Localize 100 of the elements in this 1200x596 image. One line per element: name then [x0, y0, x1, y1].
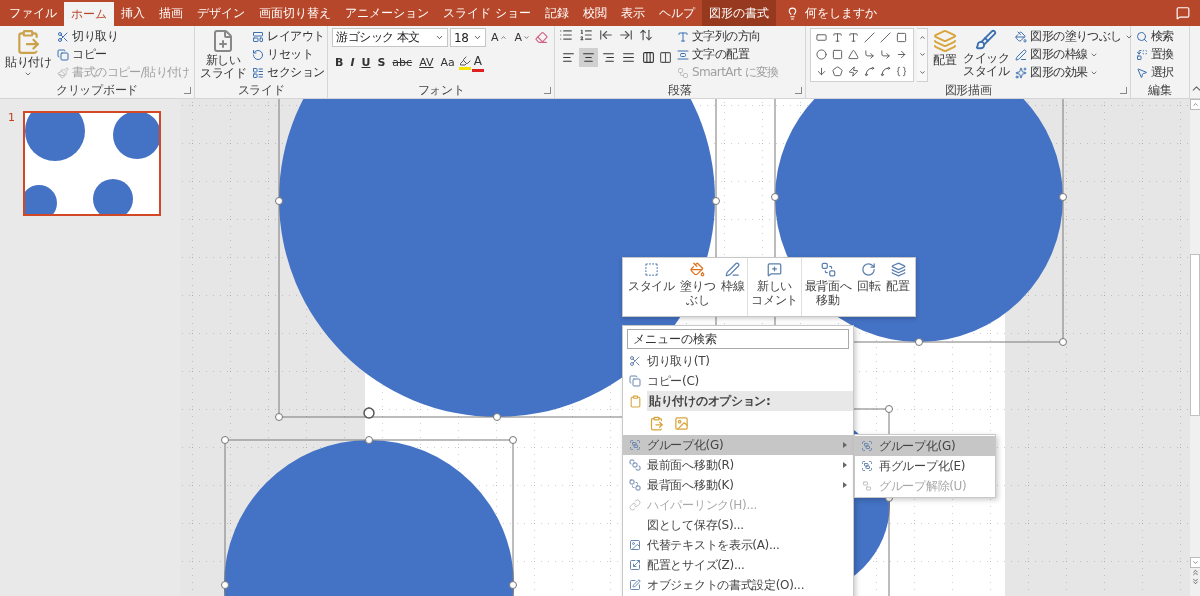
- mini-toolbar-button[interactable]: 配置: [883, 258, 913, 316]
- ribbon-tab[interactable]: 画面切り替え: [252, 0, 338, 26]
- line-spacing-icon[interactable]: [639, 28, 653, 42]
- eraser-icon[interactable]: [535, 31, 549, 44]
- ribbon-command[interactable]: 図形の塗りつぶし: [1014, 28, 1134, 45]
- ribbon-tab[interactable]: 表示: [613, 0, 652, 26]
- font-style-button[interactable]: B: [332, 53, 347, 72]
- menu-item[interactable]: グループ化(G): [623, 435, 853, 455]
- scroll-up-icon[interactable]: [918, 34, 926, 42]
- shape-option-icon[interactable]: [815, 66, 827, 77]
- expand-icon[interactable]: [918, 68, 926, 76]
- scrollbar-thumb[interactable]: [1190, 254, 1200, 416]
- quick-style-button[interactable]: クイック スタイル: [962, 28, 1011, 82]
- ribbon-tab[interactable]: ファイル: [2, 0, 64, 26]
- font-name-field[interactable]: 游ゴシック 本文: [332, 28, 448, 47]
- shape-option-icon[interactable]: [831, 66, 843, 77]
- shape-option-icon[interactable]: [895, 49, 907, 60]
- dialog-launcher-icon[interactable]: [544, 87, 551, 94]
- ribbon-tab[interactable]: スライド ショー: [436, 0, 538, 26]
- mini-toolbar-button[interactable]: 最背面へ 移動: [800, 258, 855, 316]
- menu-item[interactable]: コピー(C): [623, 371, 853, 391]
- ribbon-tab[interactable]: 校閲: [575, 0, 614, 26]
- paste-button[interactable]: 貼り付け: [4, 28, 53, 82]
- ribbon-command[interactable]: コピー: [56, 46, 191, 63]
- shape-option-icon[interactable]: [863, 66, 875, 77]
- ribbon-tab[interactable]: 図形の書式: [701, 0, 776, 26]
- font-style-button[interactable]: Aa: [437, 53, 458, 72]
- menu-item[interactable]: 切り取り(T): [623, 351, 853, 371]
- increase-indent-icon[interactable]: [619, 28, 633, 42]
- arrange-button[interactable]: 配置: [932, 28, 958, 82]
- shape-option-icon[interactable]: [815, 32, 827, 43]
- mini-toolbar-button[interactable]: スタイル: [625, 258, 678, 316]
- ribbon-command[interactable]: リセット: [251, 46, 326, 63]
- shape-option-icon[interactable]: [879, 49, 891, 60]
- mini-toolbar-button[interactable]: 新しい コメント: [747, 258, 801, 316]
- ribbon-command[interactable]: 図形の効果: [1014, 64, 1134, 81]
- font-size-field[interactable]: 18: [450, 28, 486, 47]
- font-style-button[interactable]: abc: [389, 53, 416, 72]
- menu-item[interactable]: 最背面へ移動(K): [623, 475, 853, 495]
- shrink-font-button[interactable]: A: [511, 28, 534, 47]
- columns-icon[interactable]: [659, 51, 672, 64]
- menu-search-field[interactable]: メニューの検索: [627, 329, 849, 349]
- shape-option-icon[interactable]: [863, 49, 875, 60]
- ribbon-tab[interactable]: 挿入: [114, 0, 152, 26]
- mini-toolbar-button[interactable]: 枠線: [718, 258, 748, 316]
- menu-item[interactable]: 再グループ化(E): [855, 456, 995, 476]
- menu-item[interactable]: 配置とサイズ(Z)...: [623, 555, 853, 575]
- ribbon-tab[interactable]: アニメーション: [338, 0, 436, 26]
- layers-icon: [933, 29, 957, 53]
- next-slide-icon[interactable]: [1190, 577, 1200, 586]
- shape-option-icon[interactable]: [815, 49, 827, 60]
- scroll-down-icon[interactable]: [918, 51, 926, 59]
- font-style-button[interactable]: S: [374, 53, 389, 72]
- mini-toolbar-button[interactable]: 塗りつ ぶし: [677, 258, 719, 316]
- menu-item[interactable]: 代替テキストを表示(A)...: [623, 535, 853, 555]
- menu-item[interactable]: グループ化(G): [855, 436, 995, 456]
- menu-item[interactable]: 図として保存(S)...: [623, 515, 853, 535]
- shape-option-icon[interactable]: [847, 32, 859, 43]
- mini-toolbar-button[interactable]: 回転: [854, 258, 884, 316]
- shape-option-icon[interactable]: [831, 32, 843, 43]
- font-color-button[interactable]: A: [471, 53, 484, 72]
- ribbon-command[interactable]: 文字列の方向: [676, 28, 780, 45]
- ribbon-command[interactable]: 選択: [1135, 64, 1175, 81]
- shape-option-icon[interactable]: [831, 49, 843, 60]
- numbered-list-icon[interactable]: [579, 28, 593, 42]
- highlighter-icon[interactable]: [458, 55, 471, 70]
- shape-option-icon[interactable]: [879, 32, 891, 43]
- menu-item[interactable]: オブジェクトの書式設定(O)...: [623, 575, 853, 595]
- font-style-button[interactable]: I: [347, 53, 358, 72]
- shape-option-icon[interactable]: [847, 49, 859, 60]
- dialog-launcher-icon[interactable]: [795, 87, 802, 94]
- dialog-launcher-icon[interactable]: [1120, 87, 1127, 94]
- ribbon-tab[interactable]: 記録: [537, 0, 576, 26]
- ribbon-command[interactable]: 切り取り: [56, 28, 191, 45]
- ribbon-command[interactable]: 検索: [1135, 28, 1175, 45]
- ribbon-command[interactable]: 文字の配置: [676, 46, 780, 63]
- ribbon-tab[interactable]: ホーム: [64, 2, 114, 26]
- menu-item[interactable]: 最前面へ移動(R): [623, 455, 853, 475]
- shape-option-icon[interactable]: [879, 66, 891, 77]
- new-slide-button[interactable]: 新しい スライド: [199, 28, 248, 82]
- decrease-indent-icon[interactable]: [599, 28, 613, 42]
- dialog-launcher-icon[interactable]: [184, 87, 191, 94]
- ribbon-tab[interactable]: デザイン: [190, 0, 252, 26]
- tell-me-field[interactable]: 何をしますか: [775, 0, 887, 26]
- font-style-button[interactable]: AV: [416, 53, 437, 72]
- shape-option-icon[interactable]: [847, 66, 859, 77]
- font-style-button[interactable]: U: [358, 53, 374, 72]
- ribbon-command[interactable]: 置換: [1135, 46, 1175, 63]
- ribbon-command[interactable]: レイアウト: [251, 28, 326, 45]
- shape-option-icon[interactable]: [863, 32, 875, 43]
- ribbon-tab[interactable]: 描画: [152, 0, 190, 26]
- shape-option-icon[interactable]: [895, 66, 907, 77]
- bullet-list-icon[interactable]: [559, 28, 573, 42]
- grow-font-button[interactable]: A: [488, 28, 510, 47]
- scroll-down-icon: [1191, 559, 1199, 566]
- shape-option-icon[interactable]: [895, 32, 907, 43]
- ribbon-tab[interactable]: ヘルプ: [651, 0, 702, 26]
- ribbon-command[interactable]: セクション: [251, 64, 326, 81]
- ribbon-command[interactable]: 図形の枠線: [1014, 46, 1134, 63]
- previous-slide-icon[interactable]: [1190, 568, 1200, 577]
